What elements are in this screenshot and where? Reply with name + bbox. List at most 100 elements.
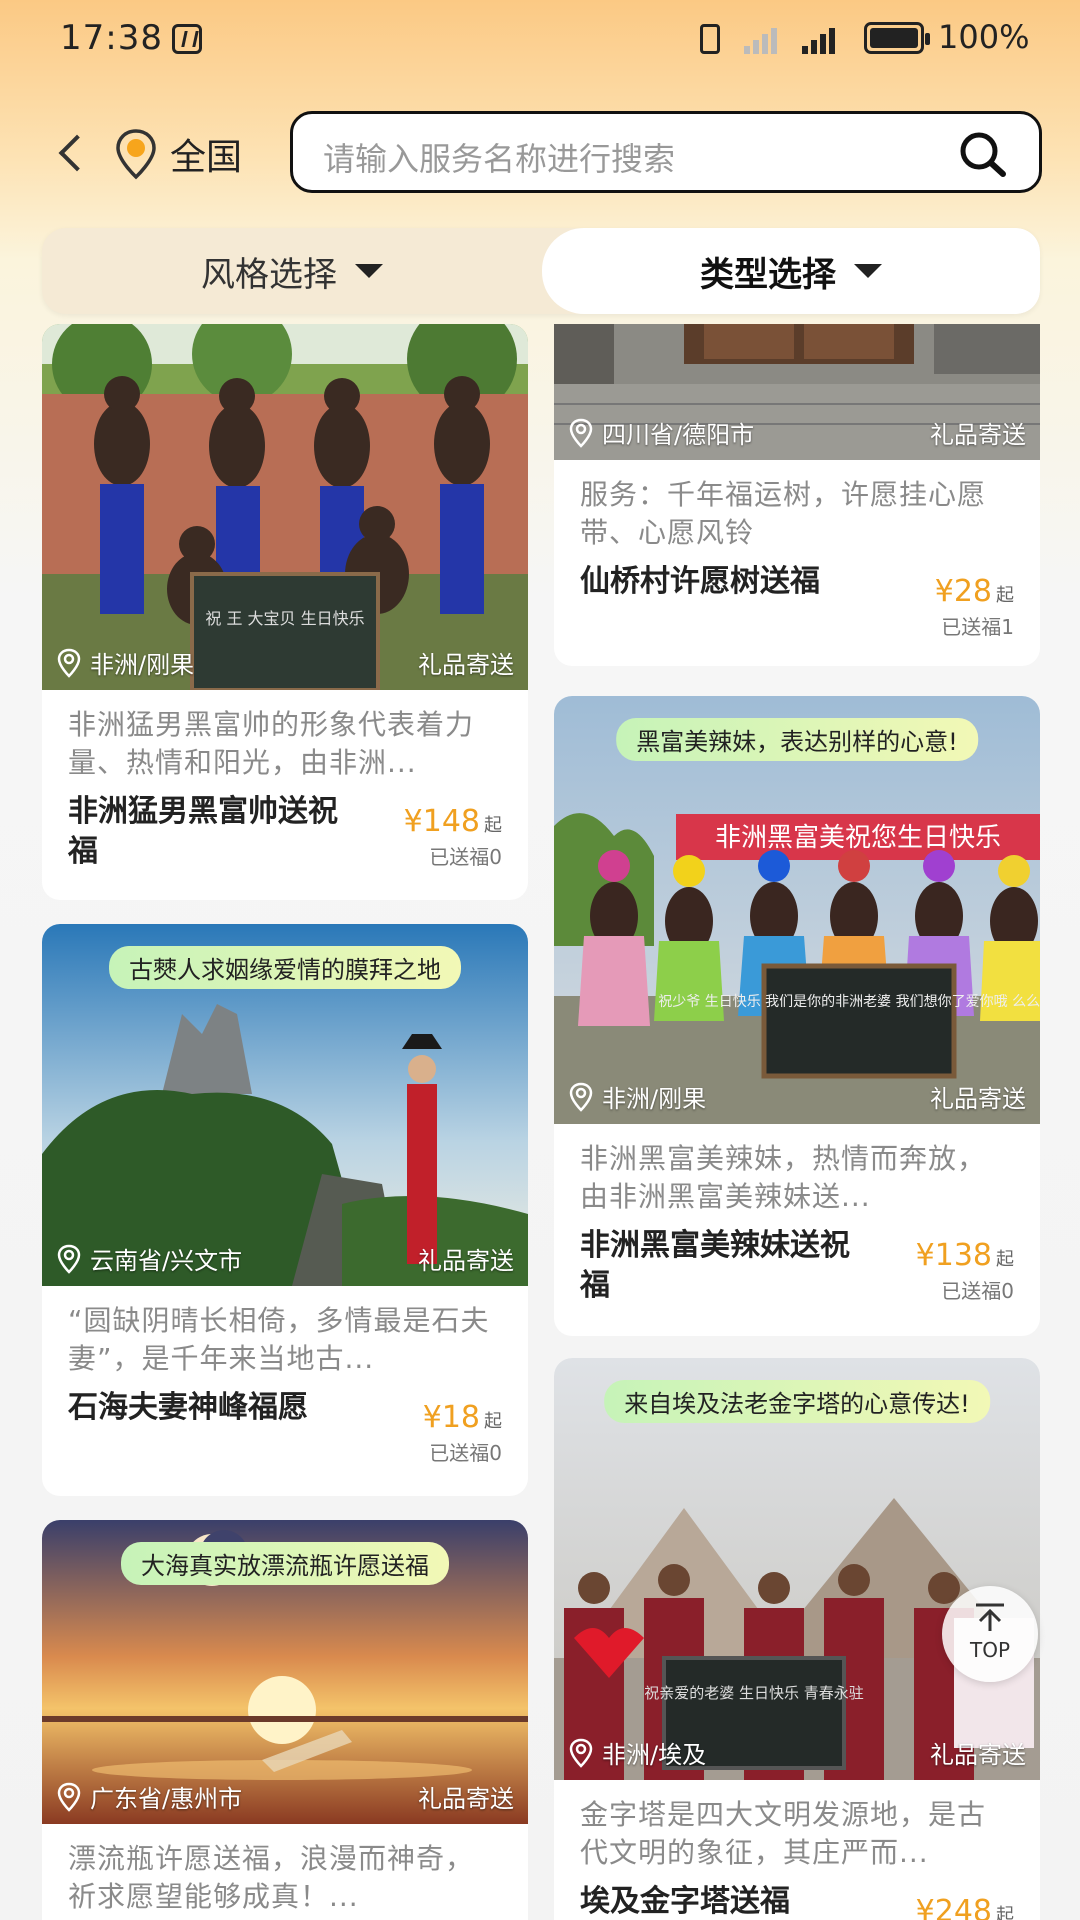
card-body: “圆缺阴晴长相倚，多情最是石夫妻”，是千年来当地古... 石海夫妻神峰福愿 ¥1…	[42, 1286, 528, 1496]
card-price: ¥28	[934, 574, 992, 609]
location-pin-icon	[569, 418, 593, 448]
card-description: 非洲黑富美辣妹，热情而奔放，由非洲黑富美辣妹送...	[580, 1142, 987, 1213]
search-input[interactable]: 请输入服务名称进行搜索	[290, 111, 1042, 193]
card-image: 大海真实放漂流瓶许愿送福 广东省/惠州市 礼品寄送	[42, 1520, 528, 1824]
card-title: 石海夫妻神峰福愿	[68, 1390, 308, 1425]
card-title: 仙桥村许愿树送福	[580, 564, 820, 599]
card-price: ¥138	[915, 1238, 992, 1273]
card-price: ¥248	[915, 1894, 992, 1920]
card-price-block: ¥18 起 已送福0	[423, 1400, 502, 1466]
price-suffix: 起	[484, 1411, 502, 1432]
card-gift-tag: 礼品寄送	[418, 1785, 514, 1813]
card-sold-count: 已送福0	[429, 845, 502, 869]
card-banner: 大海真实放漂流瓶许愿送福	[121, 1542, 449, 1585]
card-gift-tag: 礼品寄送	[418, 1247, 514, 1275]
service-card[interactable]: 古僰人求姻缘爱情的膜拜之地 云南省/兴文市 礼品寄送 “圆缺阴晴长相倚，多情最是…	[42, 924, 528, 1496]
card-image: 祝亲爱的老婆 生日快乐 青春永驻 来自埃及法老金字塔的心意传达! 非洲/埃及 礼…	[554, 1358, 1040, 1780]
card-location-text: 非洲/埃及	[602, 1741, 707, 1769]
status-time: 17:38	[60, 18, 163, 58]
card-location: 非洲/埃及	[568, 1735, 706, 1770]
card-body: 服务：千年福运树，许愿挂心愿带、心愿风铃 仙桥村许愿树送福 ¥28 起 已送福1	[554, 460, 1040, 666]
card-price: ¥18	[422, 1400, 480, 1435]
card-body: 非洲猛男黑富帅的形象代表着力量、热情和阳光，由非洲... 非洲猛男黑富帅送祝福 …	[42, 690, 528, 900]
location-pin-icon	[114, 128, 158, 180]
card-image: 祝 王 大宝贝 生日快乐 非洲/刚果 礼品寄送	[42, 324, 528, 690]
price-suffix: 起	[484, 815, 502, 836]
battery-icon	[864, 22, 930, 54]
scene-sign-text: 祝少爷 生日快乐 我们是你的非洲老婆 我们想你了爱你哦 么么哒!	[658, 993, 1040, 1010]
service-feed: 祝 王 大宝贝 生日快乐 非洲/刚果 礼品寄送 非洲猛男黑富帅的形象代表着力量、…	[0, 324, 1080, 1920]
card-banner: 古僰人求姻缘爱情的膜拜之地	[109, 946, 461, 989]
card-location-text: 广东省/惠州市	[90, 1785, 243, 1813]
card-price-block: ¥28 起 已送福1	[935, 574, 1014, 640]
nfc-icon	[172, 24, 202, 54]
service-card[interactable]: 大海真实放漂流瓶许愿送福 广东省/惠州市 礼品寄送 漂流瓶许愿送福，浪漫而神奇，…	[42, 1520, 528, 1920]
card-title: 非洲黑富美辣妹送祝福	[580, 1228, 850, 1303]
caret-down-icon	[355, 264, 383, 278]
price-suffix: 起	[996, 1249, 1014, 1270]
card-location: 四川省/德阳市	[568, 415, 754, 450]
price-suffix: 起	[996, 585, 1014, 606]
type-filter-label: 类型选择	[700, 254, 836, 295]
location-selector[interactable]: 全国	[114, 124, 242, 184]
type-filter[interactable]: 类型选择	[542, 228, 1040, 314]
vibrate-icon	[700, 24, 720, 54]
card-body: 漂流瓶许愿送福，浪漫而神奇，祈求愿望能够成真！...	[42, 1824, 528, 1920]
location-pin-icon	[569, 1082, 593, 1112]
service-card[interactable]: 四川省/德阳市 礼品寄送 服务：千年福运树，许愿挂心愿带、心愿风铃 仙桥村许愿树…	[554, 324, 1040, 666]
card-location: 广东省/惠州市	[56, 1779, 242, 1814]
battery-percent: 100%	[938, 18, 1030, 56]
back-to-top-button[interactable]: TOP	[942, 1586, 1038, 1682]
back-to-top-label: TOP	[969, 1638, 1011, 1662]
card-title: 非洲猛男黑富帅送祝福	[68, 794, 338, 869]
card-image: 非洲黑富美祝您生日快乐 祝少爷 生日快乐 我们是你的非洲老婆 我们想你了爱你哦 …	[554, 696, 1040, 1124]
card-gift-tag: 礼品寄送	[930, 421, 1026, 449]
card-gift-tag: 礼品寄送	[418, 651, 514, 679]
card-description: “圆缺阴晴长相倚，多情最是石夫妻”，是千年来当地古...	[68, 1304, 490, 1375]
card-image: 四川省/德阳市 礼品寄送	[554, 324, 1040, 460]
price-suffix: 起	[996, 1905, 1014, 1920]
card-price-block: ¥138 起 已送福0	[916, 1238, 1014, 1304]
location-pin-icon	[57, 1244, 81, 1274]
card-gift-tag: 礼品寄送	[930, 1085, 1026, 1113]
card-sold-count: 已送福0	[941, 1279, 1014, 1303]
caret-down-icon	[854, 264, 882, 278]
card-price-block: ¥248 起	[916, 1894, 1014, 1920]
card-sold-count: 已送福1	[941, 615, 1014, 639]
service-card[interactable]: 祝 王 大宝贝 生日快乐 非洲/刚果 礼品寄送 非洲猛男黑富帅的形象代表着力量、…	[42, 324, 528, 900]
location-pin-icon	[569, 1738, 593, 1768]
signal-weak-icon	[742, 24, 782, 54]
card-location-text: 云南省/兴文市	[90, 1247, 243, 1275]
card-banner: 黑富美辣妹，表达别样的心意!	[616, 718, 978, 761]
card-location: 非洲/刚果	[568, 1079, 706, 1114]
card-body: 金字塔是四大文明发源地，是古代文明的象征，其庄严而... 埃及金字塔送福 ¥24…	[554, 1780, 1040, 1920]
service-card[interactable]: 非洲黑富美祝您生日快乐 祝少爷 生日快乐 我们是你的非洲老婆 我们想你了爱你哦 …	[554, 696, 1040, 1336]
card-sold-count: 已送福0	[429, 1441, 502, 1465]
scene-sign-text: 祝亲爱的老婆 生日快乐 青春永驻	[644, 1684, 864, 1702]
card-description: 金字塔是四大文明发源地，是古代文明的象征，其庄严而...	[580, 1798, 987, 1869]
card-body: 非洲黑富美辣妹，热情而奔放，由非洲黑富美辣妹送... 非洲黑富美辣妹送祝福 ¥1…	[554, 1124, 1040, 1336]
card-description: 服务：千年福运树，许愿挂心愿带、心愿风铃	[580, 478, 987, 549]
arrow-up-icon	[976, 1603, 1004, 1631]
style-filter[interactable]: 风格选择	[42, 228, 542, 314]
card-price-block: ¥148 起 已送福0	[404, 804, 502, 870]
card-price: ¥148	[403, 804, 480, 839]
search-placeholder: 请输入服务名称进行搜索	[323, 140, 676, 178]
location-pin-icon	[57, 648, 81, 678]
search-icon[interactable]	[955, 128, 1011, 180]
card-location: 云南省/兴文市	[56, 1241, 242, 1276]
scene-sign-text: 祝 王 大宝贝 生日快乐	[205, 609, 364, 628]
location-label: 全国	[170, 137, 243, 178]
card-image: 古僰人求姻缘爱情的膜拜之地 云南省/兴文市 礼品寄送	[42, 924, 528, 1286]
card-banner: 来自埃及法老金字塔的心意传达!	[604, 1380, 990, 1423]
card-title: 埃及金字塔送福	[580, 1884, 790, 1919]
filter-bar: 风格选择 类型选择	[42, 228, 1040, 314]
scene-banner-text: 非洲黑富美祝您生日快乐	[715, 823, 1001, 853]
card-gift-tag: 礼品寄送	[930, 1741, 1026, 1769]
signal-4g-icon	[800, 24, 840, 54]
style-filter-label: 风格选择	[201, 254, 337, 295]
card-description: 漂流瓶许愿送福，浪漫而神奇，祈求愿望能够成真！...	[68, 1842, 475, 1913]
back-icon[interactable]	[52, 132, 88, 172]
card-location: 非洲/刚果	[56, 645, 194, 680]
status-bar: 17:38 100%	[0, 0, 1080, 78]
